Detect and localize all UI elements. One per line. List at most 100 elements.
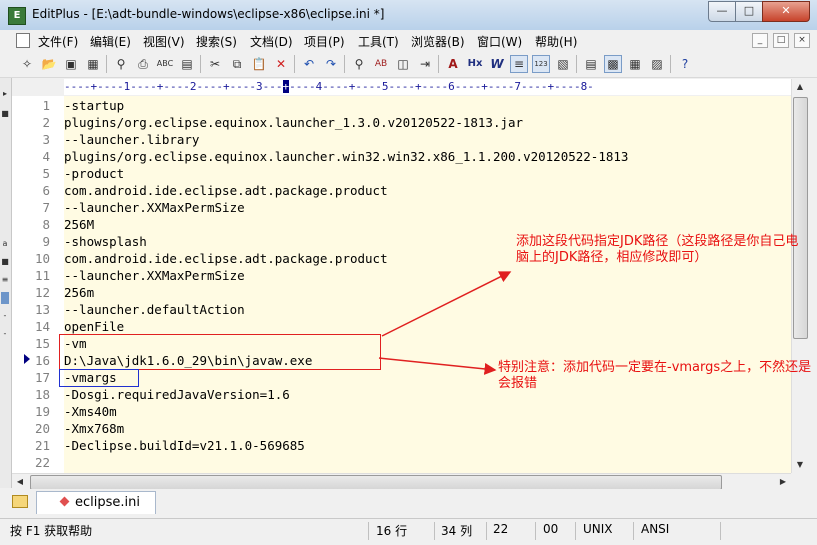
properties-icon[interactable]: ▤ <box>178 55 196 73</box>
status-bar: 按 F1 获取帮助 16 行 34 列 22 00 UNIX ANSI <box>0 518 817 545</box>
code-line[interactable]: --launcher.library <box>64 131 199 148</box>
find-icon[interactable]: ⚲ <box>350 55 368 73</box>
annotation-note-jdk-path: 添加这段代码指定JDK路径（这段路径是你自己电脑上的JDK路径，相应修改即可） <box>516 234 799 265</box>
paste-icon[interactable]: 📋 <box>250 55 268 73</box>
code-line[interactable]: plugins/org.eclipse.equinox.launcher_1.3… <box>64 114 523 131</box>
line-number: 12 <box>34 285 50 300</box>
open-icon[interactable]: 📂 <box>40 55 58 73</box>
menu-edit[interactable]: 编辑(E) <box>90 33 131 50</box>
window-title: EditPlus - [E:\adt-bundle-windows\eclips… <box>32 7 385 21</box>
directory-panel-icon[interactable]: ▤ <box>582 55 600 73</box>
menu-tools[interactable]: 工具(T) <box>358 33 399 50</box>
code-line[interactable]: openFile <box>64 318 124 335</box>
line-number-toggle-icon[interactable]: ≡ <box>510 55 528 73</box>
menu-file[interactable]: 文件(F) <box>38 33 78 50</box>
mdi-minimize-button[interactable]: _ <box>752 33 768 48</box>
panel-marker-icon: - <box>3 329 7 338</box>
delete-icon[interactable]: ✕ <box>272 55 290 73</box>
code-line[interactable]: 256M <box>64 216 94 233</box>
document-menu-icon[interactable] <box>16 33 30 48</box>
line-number: 14 <box>34 319 50 334</box>
word-wrap-icon[interactable]: W <box>488 55 506 73</box>
minimize-button[interactable]: — <box>708 1 736 22</box>
status-line: 16 行 <box>376 524 408 538</box>
code-line[interactable]: --launcher.XXMaxPermSize <box>64 267 245 284</box>
status-char-code: 00 <box>543 522 559 536</box>
new-file-icon[interactable]: ✧ <box>18 55 36 73</box>
document-tab-bar: eclipse.ini <box>0 489 817 518</box>
help-icon[interactable]: ? <box>676 55 694 73</box>
menu-view[interactable]: 视图(V) <box>143 33 185 50</box>
copy-icon[interactable]: ⧉ <box>228 55 246 73</box>
menu-help[interactable]: 帮助(H) <box>535 33 577 50</box>
maximize-icon: □ <box>743 4 755 17</box>
mdi-restore-button[interactable]: □ <box>773 33 789 48</box>
menu-window[interactable]: 窗口(W) <box>477 33 522 50</box>
status-help-text: 按 F1 获取帮助 <box>10 524 93 538</box>
menu-search[interactable]: 搜索(S) <box>196 33 237 50</box>
close-button[interactable]: ✕ <box>762 1 810 22</box>
line-number: 18 <box>34 387 50 402</box>
find-in-files-icon[interactable]: ◫ <box>394 55 412 73</box>
column-ruler-icon[interactable]: 123 <box>532 55 550 73</box>
folder-icon[interactable] <box>12 495 28 508</box>
code-line[interactable]: -Dosgi.requiredJavaVersion=1.6 <box>64 386 290 403</box>
mdi-close-button[interactable]: × <box>794 33 810 48</box>
tab-eclipse-ini[interactable]: eclipse.ini <box>36 491 156 514</box>
scroll-down-icon[interactable]: ▼ <box>792 457 808 473</box>
jdk-path-highlight-box <box>59 334 381 370</box>
code-line[interactable]: -Xms40m <box>64 403 117 420</box>
status-encoding: ANSI <box>641 522 670 536</box>
save-all-icon[interactable]: ▦ <box>84 55 102 73</box>
vertical-scroll-thumb[interactable] <box>793 97 808 339</box>
code-line[interactable]: -Declipse.buildId=v21.1.0-569685 <box>64 437 305 454</box>
code-line[interactable]: -Xmx768m <box>64 420 124 437</box>
panel-marker-icon: - <box>3 311 7 320</box>
goto-icon[interactable]: ⇥ <box>416 55 434 73</box>
undo-icon[interactable]: ↶ <box>300 55 318 73</box>
horizontal-scrollbar[interactable]: ◀ ▶ <box>12 473 791 490</box>
line-number: 19 <box>34 404 50 419</box>
spell-check-icon[interactable]: ABC <box>156 55 174 73</box>
side-panel-strip[interactable]: ▸ ■ a ■ ≡ - - <box>0 78 12 488</box>
code-line[interactable]: -product <box>64 165 124 182</box>
editplus-app-icon[interactable]: E <box>8 7 26 25</box>
code-line[interactable]: -startup <box>64 97 124 114</box>
status-line-ending: UNIX <box>583 522 613 536</box>
ruler-right: ----4----+----5----+----6----+----7----+… <box>289 80 594 93</box>
menu-browser[interactable]: 浏览器(B) <box>411 33 465 50</box>
cliptext-icon[interactable]: ▧ <box>554 55 572 73</box>
maximize-button[interactable]: □ <box>735 1 763 22</box>
line-number: 8 <box>42 217 50 232</box>
scroll-right-icon[interactable]: ▶ <box>775 474 791 490</box>
toolbar: ✧ 📂 ▣ ▦ ⚲ ⎙ ABC ▤ ✂ ⧉ 📋 ✕ ↶ ↷ ⚲ AB ◫ ⇥ A… <box>0 51 817 78</box>
tool-window-icon[interactable]: ▨ <box>648 55 666 73</box>
redo-icon[interactable]: ↷ <box>322 55 340 73</box>
vertical-scrollbar[interactable]: ▲ ▼ <box>791 79 808 473</box>
code-line[interactable]: -showsplash <box>64 233 147 250</box>
code-line[interactable]: com.android.ide.eclipse.adt.package.prod… <box>64 182 388 199</box>
ruler-left: ----+----1----+----2----+----3--- <box>64 80 283 93</box>
horizontal-scroll-thumb[interactable] <box>30 475 722 490</box>
print-preview-icon[interactable]: ⚲ <box>112 55 130 73</box>
menu-project[interactable]: 项目(P) <box>304 33 345 50</box>
print-icon[interactable]: ⎙ <box>134 55 152 73</box>
scroll-left-icon[interactable]: ◀ <box>12 474 28 490</box>
code-line[interactable]: --launcher.defaultAction <box>64 301 245 318</box>
line-number: 21 <box>34 438 50 453</box>
code-line[interactable]: com.android.ide.eclipse.adt.package.prod… <box>64 250 388 267</box>
hex-view-icon[interactable]: Hx <box>466 55 484 73</box>
code-line[interactable]: 256m <box>64 284 94 301</box>
code-line[interactable]: plugins/org.eclipse.equinox.launcher.win… <box>64 148 628 165</box>
font-icon[interactable]: A <box>444 55 462 73</box>
user-tool-icon[interactable]: ▦ <box>626 55 644 73</box>
replace-icon[interactable]: AB <box>372 55 390 73</box>
scroll-up-icon[interactable]: ▲ <box>792 79 808 95</box>
menu-document[interactable]: 文档(D) <box>250 33 293 50</box>
save-icon[interactable]: ▣ <box>62 55 80 73</box>
panel-toggle-icon[interactable]: ▸ <box>1 88 9 100</box>
code-line[interactable]: --launcher.XXMaxPermSize <box>64 199 245 216</box>
output-window-icon[interactable]: ▩ <box>604 55 622 73</box>
cut-icon[interactable]: ✂ <box>206 55 224 73</box>
line-number: 2 <box>42 115 50 130</box>
